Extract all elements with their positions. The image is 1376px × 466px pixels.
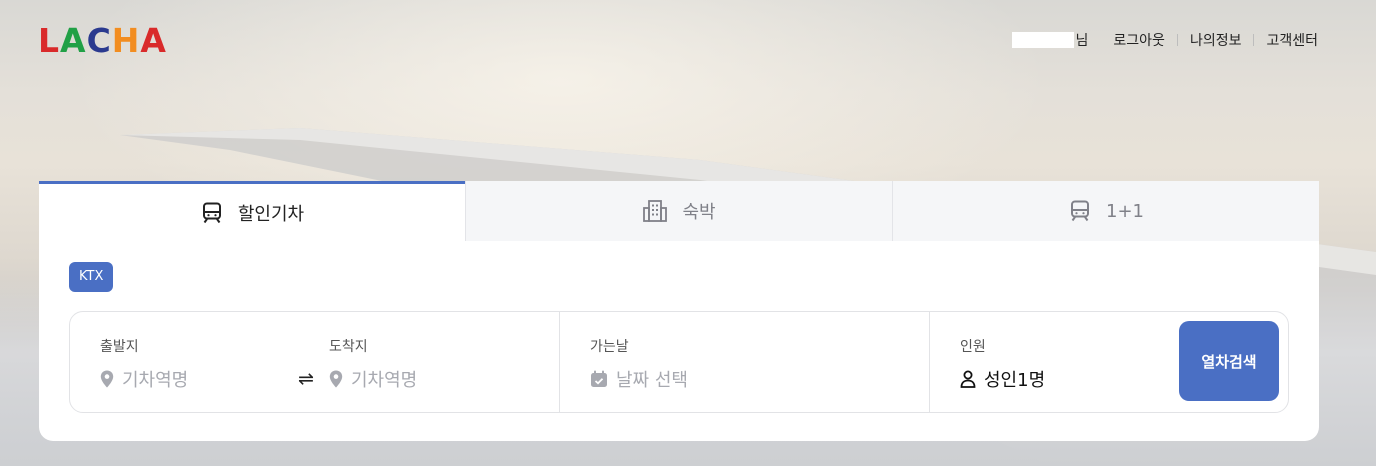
arrival-placeholder: 기차역명	[351, 370, 418, 391]
logout-link[interactable]: 로그아웃	[1113, 30, 1165, 50]
search-form: 출발지 기차역명 ⇌ 도착지 기차역명 가는날 날짜 선택 인원 성인1명 열차…	[69, 311, 1289, 413]
tab-one-plus-one[interactable]: 1+1	[892, 181, 1319, 242]
arrival-field[interactable]: 기차역명	[329, 366, 417, 392]
logo-letter: A	[140, 21, 167, 60]
user-name-redacted	[1011, 32, 1074, 48]
tab-label: 숙박	[682, 202, 716, 223]
passenger-section: 인원 성인1명 열차검색	[930, 312, 1288, 412]
train-icon	[1071, 200, 1089, 222]
train-icon	[202, 202, 221, 224]
location-pin-icon	[100, 370, 114, 388]
nav-divider	[1253, 34, 1255, 46]
building-icon	[643, 200, 668, 222]
departure-label: 출발지	[100, 339, 139, 355]
tab-discount-train[interactable]: 할인기차	[39, 181, 465, 242]
departure-field[interactable]: 기차역명	[100, 366, 188, 392]
date-field[interactable]: 날짜 선택	[590, 366, 688, 392]
swap-arrows-icon[interactable]: ⇌	[298, 368, 314, 390]
user-suffix: 님	[1075, 33, 1089, 49]
location-pin-icon	[329, 370, 343, 388]
date-label: 가는날	[590, 339, 629, 355]
tab-lodging[interactable]: 숙박	[465, 181, 892, 242]
logo-letter: A	[60, 21, 87, 60]
brand-logo[interactable]: LACHA	[38, 22, 167, 58]
search-tabs: 할인기차 숙박 1+1	[39, 181, 1319, 242]
top-nav: 님 로그아웃 나의정보 고객센터	[1011, 30, 1318, 50]
support-link[interactable]: 고객센터	[1266, 30, 1318, 50]
passenger-value: 성인1명	[984, 370, 1046, 391]
date-section: 가는날 날짜 선택	[560, 312, 930, 412]
train-search-button[interactable]: 열차검색	[1179, 321, 1279, 401]
passenger-label: 인원	[960, 339, 986, 355]
departure-placeholder: 기차역명	[122, 370, 189, 391]
arrival-label: 도착지	[329, 339, 368, 355]
person-icon	[960, 370, 976, 388]
date-placeholder: 날짜 선택	[616, 370, 688, 391]
logo-letter: C	[86, 21, 112, 60]
logo-letter: L	[38, 21, 61, 60]
my-info-link[interactable]: 나의정보	[1190, 30, 1242, 50]
logo-letter: H	[111, 21, 141, 60]
route-section: 출발지 기차역명 ⇌ 도착지 기차역명	[70, 312, 560, 412]
nav-divider	[1176, 34, 1178, 46]
search-panel: KTX 출발지 기차역명 ⇌ 도착지 기차역명 가는날 날짜 선택 인원 성인1…	[39, 241, 1319, 441]
calendar-icon	[591, 370, 607, 387]
ktx-badge[interactable]: KTX	[69, 262, 114, 292]
passenger-field[interactable]: 성인1명	[960, 366, 1045, 392]
tab-label: 1+1	[1106, 200, 1144, 222]
tab-label: 할인기차	[237, 204, 305, 225]
